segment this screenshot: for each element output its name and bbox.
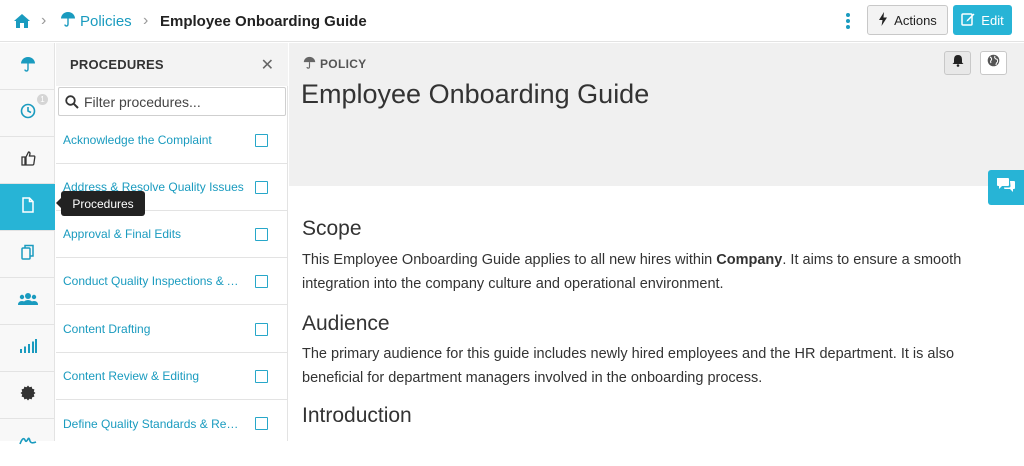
breadcrumb-policies-label: Policies xyxy=(80,12,132,30)
page-title: Employee Onboarding Guide xyxy=(301,79,650,109)
procedure-checkbox[interactable] xyxy=(255,228,268,241)
chat-button[interactable] xyxy=(988,170,1024,205)
close-icon[interactable]: ✕ xyxy=(261,55,274,75)
language-button[interactable] xyxy=(980,51,1007,75)
policy-kicker: POLICY xyxy=(303,56,366,72)
left-rail: 1 xyxy=(0,43,55,444)
procedure-item-label: Define Quality Standards & Requirements xyxy=(63,416,245,431)
document-icon xyxy=(21,196,35,218)
procedure-item[interactable]: Acknowledge the Complaint xyxy=(56,117,288,164)
breadcrumb-separator: › xyxy=(143,12,149,29)
thumbs-up-icon xyxy=(20,150,36,171)
home-icon[interactable] xyxy=(12,0,32,42)
top-bar: › Policies › Employee Onboarding Guide A… xyxy=(0,0,1024,42)
edit-label: Edit xyxy=(981,12,1004,28)
procedure-item[interactable]: Define Quality Standards & Requirements xyxy=(56,400,288,447)
scope-text: This Employee Onboarding Guide applies t… xyxy=(302,252,717,268)
procedures-filter xyxy=(58,87,286,116)
rail-item-procedures[interactable] xyxy=(0,184,55,231)
procedures-panel: PROCEDURES ✕ Acknowledge the Complaint A… xyxy=(56,43,288,441)
audience-paragraph: The primary audience for this guide incl… xyxy=(302,346,955,386)
rail-item-approvals[interactable] xyxy=(0,137,55,184)
rail-item-metrics[interactable] xyxy=(0,325,55,372)
rail-item-certification[interactable] xyxy=(0,372,55,419)
rail-item-users[interactable] xyxy=(0,278,55,325)
procedure-item[interactable]: Content Review & Editing xyxy=(56,353,288,400)
introduction-heading: Introduction xyxy=(302,404,412,427)
procedure-item[interactable]: Conduct Quality Inspections & Audits xyxy=(56,258,288,305)
lightning-icon xyxy=(878,11,888,29)
procedure-checkbox[interactable] xyxy=(255,275,268,288)
procedures-tooltip: Procedures xyxy=(56,191,145,216)
breadcrumb-policies-link[interactable]: Policies xyxy=(60,0,132,42)
edit-icon xyxy=(961,12,975,29)
procedure-item[interactable]: Approval & Final Edits xyxy=(56,211,288,258)
bell-icon xyxy=(952,54,964,72)
breadcrumb-current: Employee Onboarding Guide xyxy=(160,12,367,30)
procedure-checkbox[interactable] xyxy=(255,134,268,147)
search-icon xyxy=(65,94,79,109)
policy-header: POLICY Employee Onboarding Guide xyxy=(289,43,1024,186)
breadcrumb-separator: › xyxy=(41,12,47,29)
rail-item-policies[interactable] xyxy=(0,43,55,90)
procedures-panel-header: PROCEDURES ✕ xyxy=(56,43,288,86)
rail-item-signatures[interactable] xyxy=(0,419,55,466)
procedure-checkbox[interactable] xyxy=(255,181,268,194)
copy-icon xyxy=(20,244,36,265)
actions-label: Actions xyxy=(894,12,937,28)
edit-button[interactable]: Edit xyxy=(953,5,1012,35)
procedures-panel-title: PROCEDURES xyxy=(70,57,164,72)
procedure-item-label: Content Drafting xyxy=(63,322,151,336)
procedure-checkbox[interactable] xyxy=(255,323,268,336)
rail-item-history[interactable]: 1 xyxy=(0,90,55,137)
badge-seal-icon xyxy=(20,385,36,406)
company-name: Company xyxy=(716,252,783,268)
procedure-item-label: Content Review & Editing xyxy=(63,369,200,383)
notifications-button[interactable] xyxy=(944,51,971,75)
procedure-item-label: Acknowledge the Complaint xyxy=(63,133,212,147)
procedure-item-label: Conduct Quality Inspections & Audits xyxy=(63,274,245,288)
scope-paragraph: This Employee Onboarding Guide applies t… xyxy=(302,248,1002,296)
procedure-checkbox[interactable] xyxy=(255,370,268,383)
audience-heading: Audience xyxy=(302,312,390,335)
globe-icon xyxy=(987,54,1000,72)
umbrella-icon xyxy=(20,56,36,77)
chat-bubbles-icon xyxy=(996,177,1016,198)
umbrella-icon xyxy=(60,11,76,31)
umbrella-icon xyxy=(303,56,316,72)
procedure-item-label: Approval & Final Edits xyxy=(63,227,182,241)
procedure-item[interactable]: Content Drafting xyxy=(56,306,288,353)
signal-bars-icon xyxy=(19,338,37,358)
history-count-badge: 1 xyxy=(37,94,48,105)
rail-item-copies[interactable] xyxy=(0,231,55,278)
scope-heading: Scope xyxy=(302,217,362,240)
policy-kicker-label: POLICY xyxy=(320,57,367,71)
signature-icon xyxy=(18,434,37,452)
users-icon xyxy=(17,292,38,311)
actions-button[interactable]: Actions xyxy=(867,5,948,35)
procedure-checkbox[interactable] xyxy=(255,417,268,430)
clock-icon xyxy=(20,103,36,124)
more-options-icon[interactable] xyxy=(840,10,856,32)
filter-procedures-input[interactable] xyxy=(84,93,274,110)
